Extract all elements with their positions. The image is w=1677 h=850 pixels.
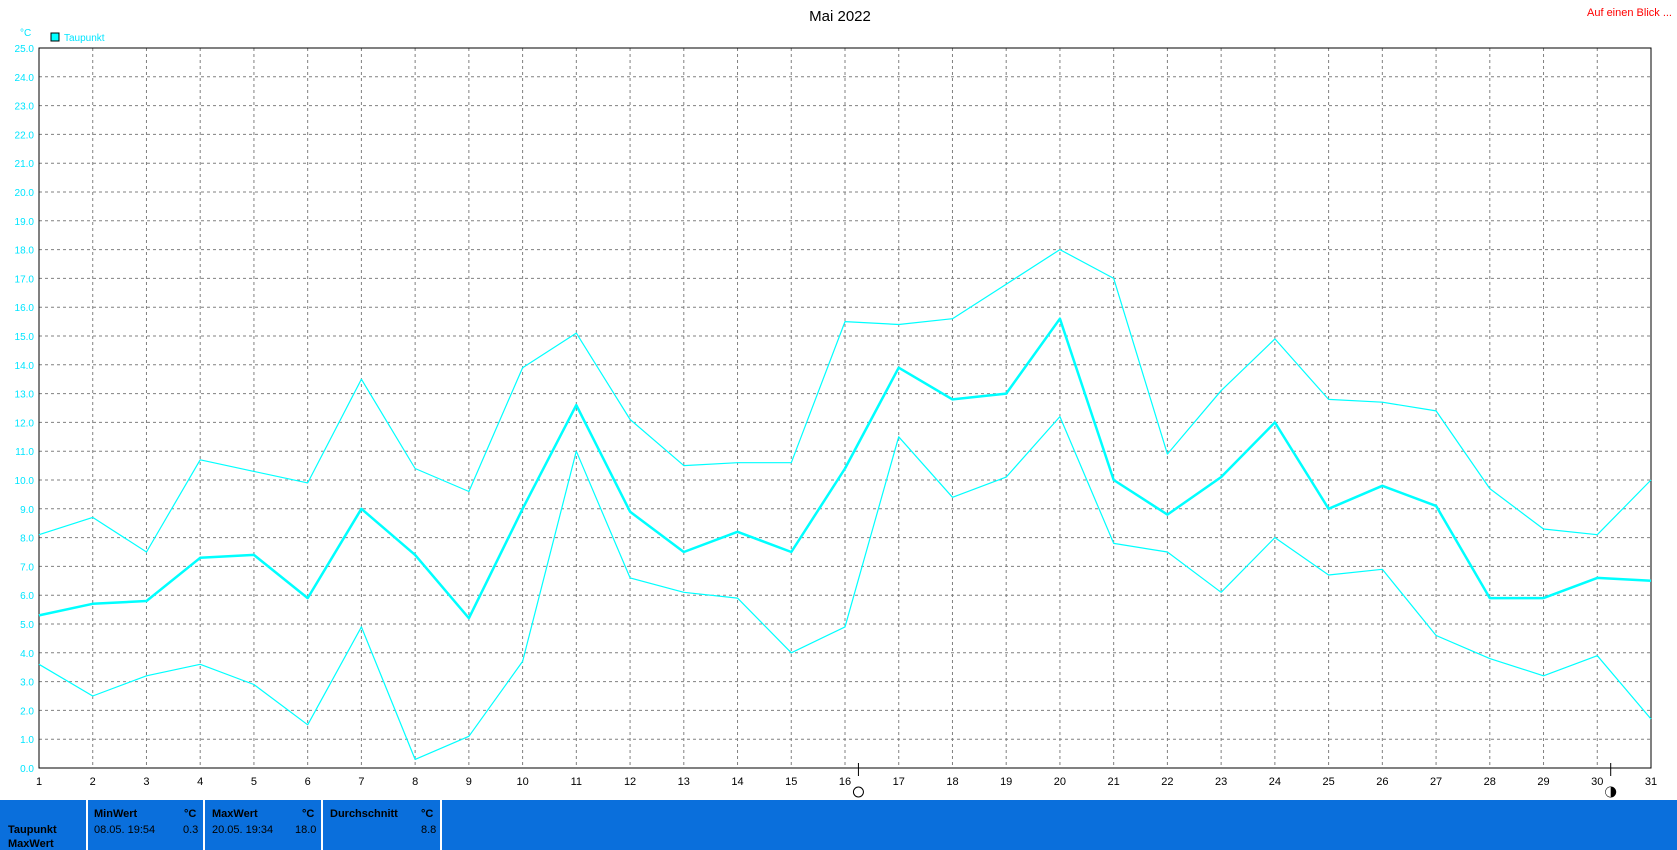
full-moon-icon (852, 786, 864, 798)
y-tick-label: 25.0 (15, 44, 35, 55)
x-tick-label: 16 (839, 776, 851, 788)
column-separator (203, 800, 205, 850)
x-tick-label: 13 (678, 776, 690, 788)
y-tick-label: 16.0 (15, 303, 35, 314)
x-tick-label: 2 (90, 776, 96, 788)
x-tick-label: 5 (251, 776, 257, 788)
statistics-panel: Taupunkt MaxWert MinWert °C 08.05. 19:54… (0, 800, 1677, 850)
y-tick-label: 14.0 (15, 361, 35, 372)
minwert-unit: °C (184, 808, 197, 820)
x-tick-label: 6 (305, 776, 311, 788)
maxwert-datetime: 20.05. 19:34 (212, 824, 274, 836)
durchschnitt-unit: °C (421, 808, 434, 820)
column-separator (440, 800, 442, 850)
legend: Taupunkt (50, 32, 105, 44)
x-tick-label: 19 (1000, 776, 1012, 788)
x-tick-label: 14 (731, 776, 743, 788)
y-tick-label: 23.0 (15, 102, 35, 113)
maxwert-value: 18.0 (295, 824, 317, 836)
y-tick-label: 2.0 (20, 706, 34, 717)
column-separator (86, 800, 88, 850)
maxwert-unit: °C (302, 808, 315, 820)
y-unit-label: °C (20, 28, 31, 39)
new-moon-icon (1605, 786, 1617, 798)
y-tick-label: 11.0 (15, 447, 34, 458)
y-tick-label: 24.0 (15, 73, 35, 84)
y-tick-label: 22.0 (15, 130, 35, 141)
x-tick-label: 30 (1591, 776, 1603, 788)
y-tick-label: 3.0 (20, 678, 34, 689)
chart-title: Mai 2022 (809, 8, 871, 25)
x-tick-label: 24 (1269, 776, 1281, 788)
y-tick-label: 13.0 (15, 390, 35, 401)
column-separator (321, 800, 323, 850)
minwert-datetime: 08.05. 19:54 (94, 824, 156, 836)
x-tick-label: 22 (1161, 776, 1173, 788)
x-tick-label: 8 (412, 776, 418, 788)
x-tick-label: 12 (624, 776, 636, 788)
legend-label: Taupunkt (64, 33, 105, 44)
x-tick-label: 26 (1376, 776, 1388, 788)
legend-swatch (50, 32, 60, 42)
x-tick-label: 15 (785, 776, 797, 788)
minwert-header: MinWert (94, 808, 138, 820)
row-label-taupunkt: Taupunkt (8, 824, 57, 836)
durchschnitt-value: 8.8 (421, 824, 437, 836)
x-tick-label: 9 (466, 776, 472, 788)
auf-einen-blick-link[interactable]: Auf einen Blick ... (1587, 7, 1672, 19)
x-tick-label: 11 (571, 776, 582, 788)
y-tick-label: 1.0 (20, 735, 34, 746)
series-line-mean (38, 317, 1652, 620)
y-tick-label: 18.0 (15, 246, 35, 257)
x-tick-label: 1 (36, 776, 42, 788)
y-tick-label: 20.0 (15, 188, 35, 199)
x-tick-label: 7 (358, 776, 364, 788)
x-tick-label: 28 (1484, 776, 1496, 788)
x-tick-label: 4 (197, 776, 203, 788)
y-tick-label: 9.0 (20, 505, 34, 516)
row-label-maxwert: MaxWert (8, 838, 54, 850)
x-tick-label: 27 (1430, 776, 1442, 788)
y-tick-label: 7.0 (20, 562, 34, 573)
y-tick-label: 6.0 (20, 591, 34, 602)
axes: 0.01.02.03.04.05.06.07.08.09.010.011.012… (15, 44, 1658, 788)
y-tick-label: 12.0 (15, 418, 35, 429)
x-tick-label: 21 (1108, 776, 1120, 788)
y-tick-label: 4.0 (20, 649, 34, 660)
y-tick-label: 0.0 (20, 764, 34, 775)
x-tick-label: 17 (893, 776, 905, 788)
y-tick-label: 15.0 (15, 332, 35, 343)
grid (39, 48, 1651, 768)
x-tick-label: 23 (1215, 776, 1227, 788)
y-tick-label: 19.0 (15, 217, 35, 228)
y-tick-label: 5.0 (20, 620, 34, 631)
x-tick-label: 18 (946, 776, 958, 788)
y-tick-label: 10.0 (15, 476, 35, 487)
x-tick-label: 31 (1645, 776, 1657, 788)
minwert-value: 0.3 (183, 824, 199, 836)
x-tick-label: 25 (1322, 776, 1334, 788)
x-tick-label: 29 (1537, 776, 1549, 788)
x-tick-label: 10 (516, 776, 528, 788)
y-tick-label: 8.0 (20, 534, 34, 545)
durchschnitt-header: Durchschnitt (330, 808, 398, 820)
x-tick-label: 20 (1054, 776, 1066, 788)
x-tick-label: 3 (143, 776, 149, 788)
y-tick-label: 17.0 (15, 274, 35, 285)
dewpoint-chart: 0.01.02.03.04.05.06.07.08.09.010.011.012… (15, 7, 1672, 798)
y-tick-label: 21.0 (15, 159, 35, 170)
maxwert-header: MaxWert (212, 808, 258, 820)
